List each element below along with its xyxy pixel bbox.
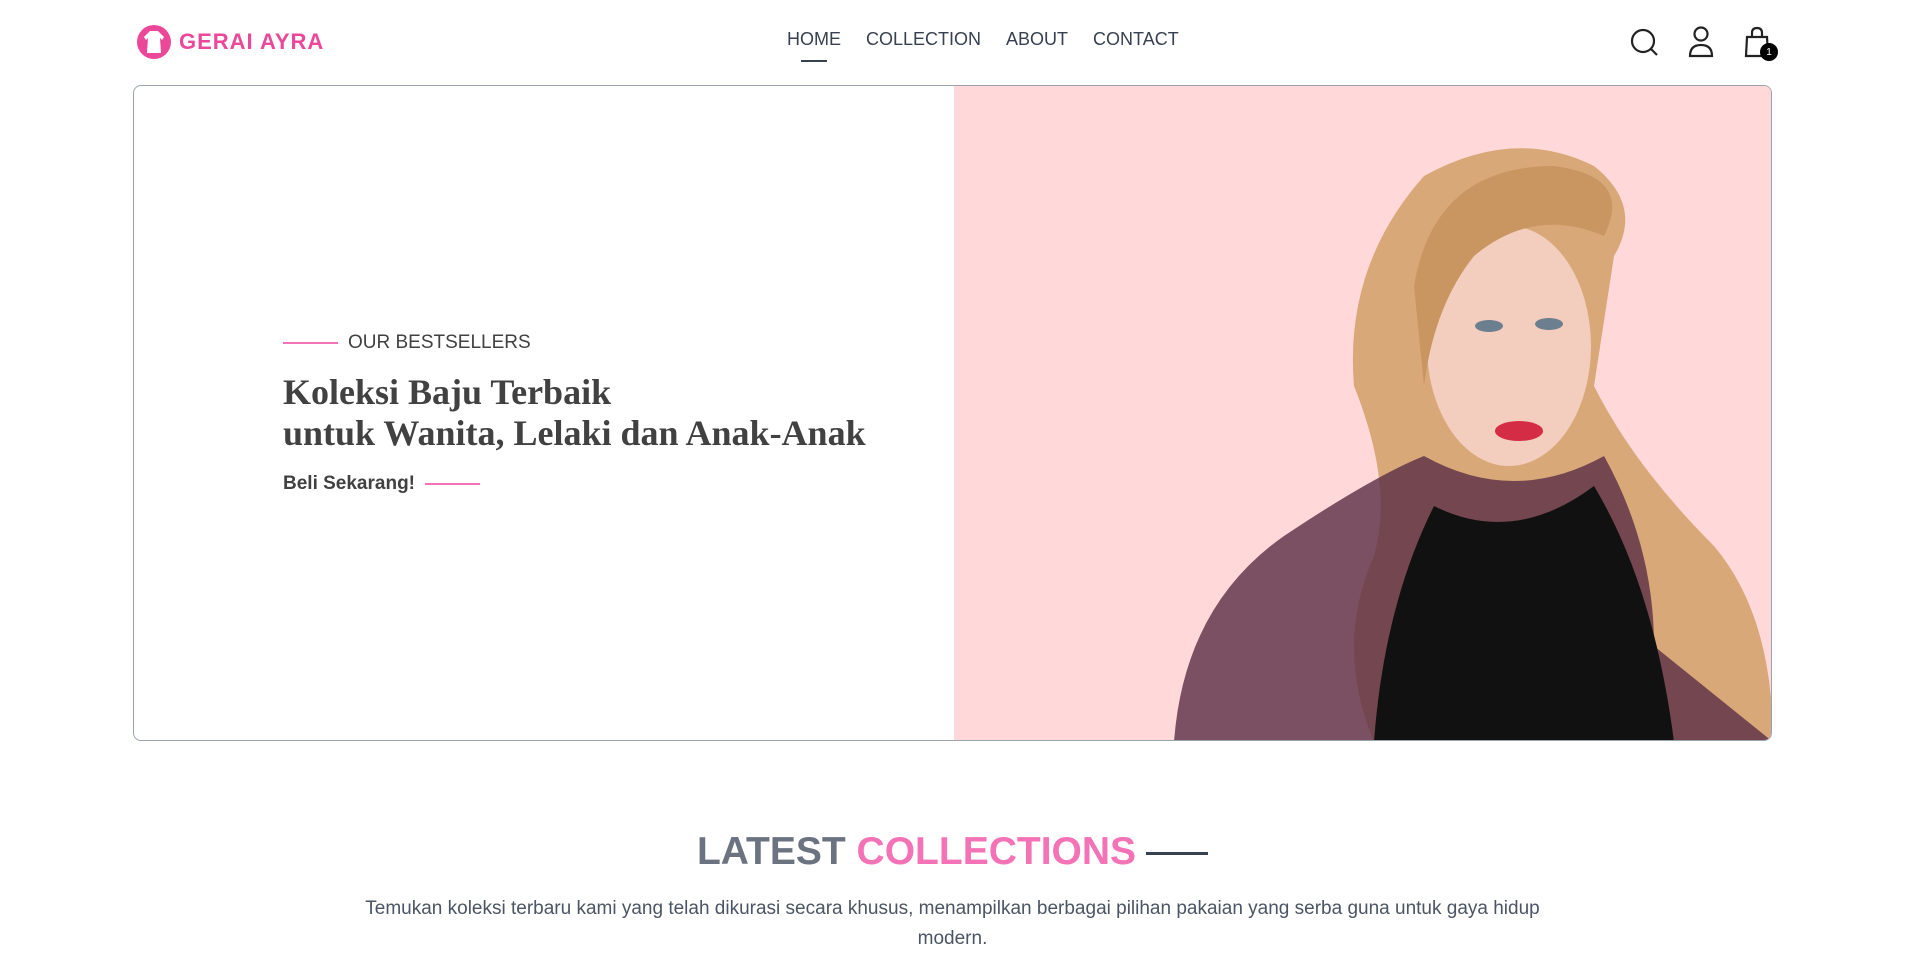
cart-count-badge: 1 xyxy=(1760,43,1778,61)
section-description: Temukan koleksi terbaru kami yang telah … xyxy=(365,898,1540,949)
hero-title-line1: Koleksi Baju Terbaik xyxy=(283,372,612,412)
logo[interactable]: GERAI AYRA xyxy=(137,25,324,59)
divider-line xyxy=(1146,852,1209,856)
hero-tagline: OUR BESTSELLERS xyxy=(348,332,531,353)
header: GERAI AYRA HOME COLLECTION ABOUT CONTACT… xyxy=(0,0,1905,85)
title-part2: COLLECTIONS xyxy=(856,830,1137,873)
section-title: LATEST COLLECTIONS xyxy=(0,830,1905,874)
nav-contact[interactable]: CONTACT xyxy=(1093,29,1179,50)
cta-label: Beli Sekarang! xyxy=(283,473,415,494)
shopping-bag-icon[interactable]: 1 xyxy=(1742,25,1778,61)
divider-line xyxy=(425,483,480,485)
title-part1: LATEST xyxy=(696,830,846,873)
brand-name: GERAI AYRA xyxy=(179,29,325,54)
search-icon[interactable] xyxy=(1630,25,1660,59)
dress-logo-icon xyxy=(137,25,171,59)
nav-about[interactable]: ABOUT xyxy=(1006,29,1068,50)
shop-now-button[interactable]: Beli Sekarang! xyxy=(283,473,480,495)
divider-line xyxy=(283,342,338,344)
nav-home[interactable]: HOME xyxy=(787,29,841,50)
hero-image xyxy=(954,86,1771,740)
hero-title-line2: untuk Wanita, Lelaki dan Anak-Anak xyxy=(283,413,866,453)
user-icon[interactable] xyxy=(1686,25,1716,59)
main-nav: HOME COLLECTION ABOUT CONTACT xyxy=(787,29,1179,50)
hero-banner: OUR BESTSELLERS Koleksi Baju Terbaik untu… xyxy=(133,85,1772,741)
hero-title: Koleksi Baju Terbaik untuk Wanita, Lelaki… xyxy=(283,372,866,454)
nav-collection[interactable]: COLLECTION xyxy=(866,29,981,50)
